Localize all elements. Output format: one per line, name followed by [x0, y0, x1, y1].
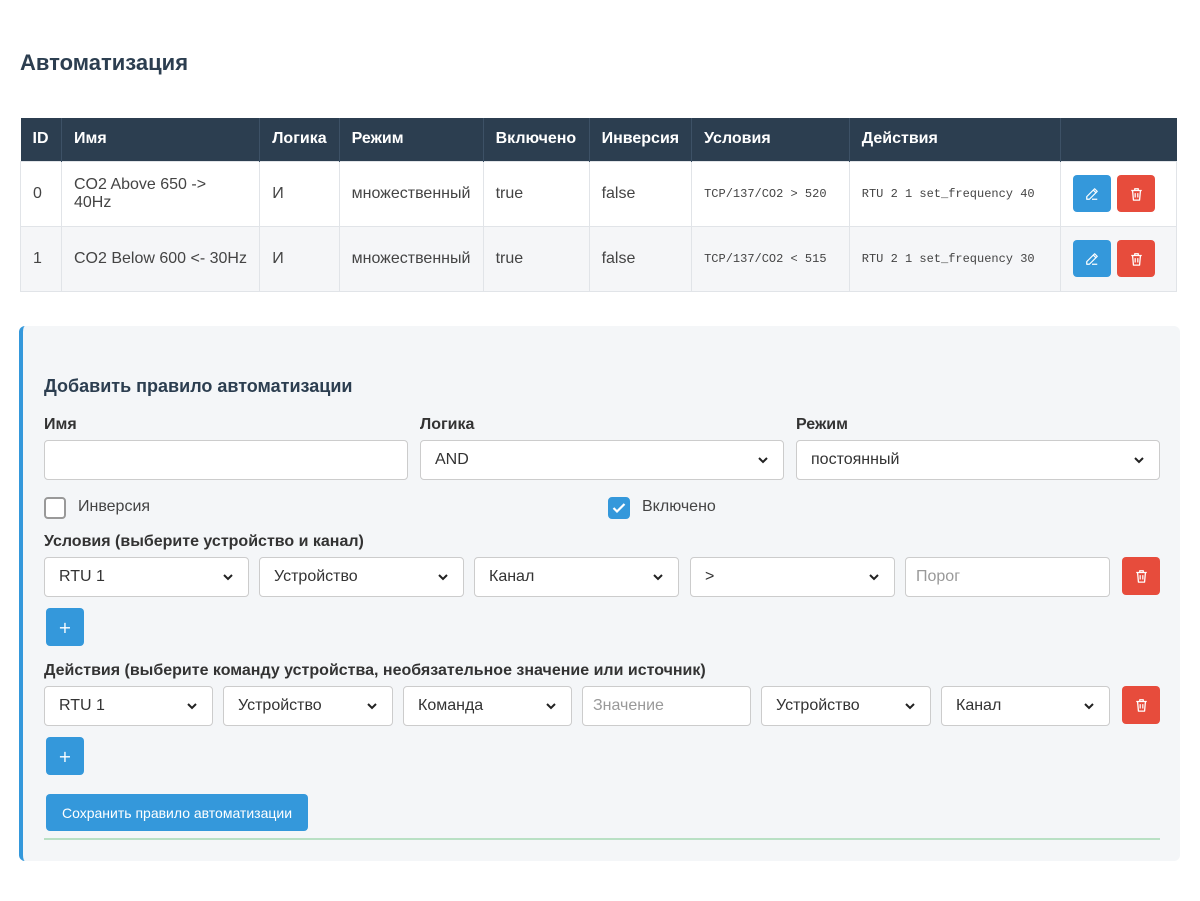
cell-controls	[1060, 160, 1177, 227]
chevron-down-icon	[187, 703, 197, 710]
cell-mode: множественный	[338, 225, 484, 292]
page-title: Автоматизация	[20, 50, 189, 75]
chevron-down-icon	[223, 574, 233, 581]
chevron-down-icon	[758, 457, 768, 464]
chevron-down-icon	[438, 574, 448, 581]
chevron-down-icon	[869, 574, 879, 581]
action-command-select[interactable]: Команда	[403, 686, 572, 726]
add-condition-button[interactable]: +	[46, 608, 84, 646]
form-title: Добавить правило автоматизации	[44, 376, 353, 396]
cell-id: 0	[20, 160, 62, 227]
column-header-enabled: Включено	[483, 118, 590, 161]
automation-table: ID Имя Логика Режим Включено Инверсия Ус…	[20, 118, 1177, 292]
chevron-down-icon	[1134, 457, 1144, 464]
remove-condition-button[interactable]	[1122, 557, 1160, 595]
chevron-down-icon	[653, 574, 663, 581]
condition-device-select[interactable]: Устройство	[259, 557, 464, 597]
table-row: 1 CO2 Below 600 <- 30Hz И множественный …	[20, 225, 1177, 292]
cell-actions: RTU 2 1 set_frequency 30	[848, 225, 1062, 292]
action-source-value: RTU 1	[59, 697, 105, 714]
column-header-actions: Действия	[849, 118, 1062, 161]
mode-select[interactable]: постоянный	[796, 440, 1160, 480]
column-header-id: ID	[20, 118, 62, 161]
cell-name: CO2 Above 650 -> 40Hz	[60, 160, 261, 227]
column-header-controls	[1060, 118, 1177, 161]
cell-actions: RTU 2 1 set_frequency 40	[848, 160, 1062, 227]
actions-label: Действия (выберите команду устройства, н…	[44, 662, 706, 679]
table-row: 0 CO2 Above 650 -> 40Hz И множественный …	[20, 160, 1177, 227]
chevron-down-icon	[1084, 703, 1094, 710]
threshold-input[interactable]: Порог	[905, 557, 1110, 597]
trash-icon	[1130, 252, 1142, 266]
pencil-icon	[1086, 252, 1099, 265]
chevron-down-icon	[546, 703, 556, 710]
cell-enabled: true	[482, 160, 590, 227]
cell-mode: множественный	[338, 160, 484, 227]
column-header-inverse: Инверсия	[589, 118, 693, 161]
cell-name: CO2 Below 600 <- 30Hz	[60, 225, 261, 292]
logic-label: Логика	[420, 416, 475, 433]
threshold-placeholder: Порог	[916, 568, 961, 585]
mode-label: Режим	[796, 416, 848, 433]
name-input[interactable]	[44, 440, 408, 480]
condition-device-value: Устройство	[274, 568, 358, 585]
action-device-select[interactable]: Устройство	[223, 686, 393, 726]
condition-source-value: RTU 1	[59, 568, 105, 585]
edit-rule-button[interactable]	[1073, 175, 1112, 212]
add-action-button[interactable]: +	[46, 737, 84, 775]
inverse-label: Инверсия	[78, 498, 151, 515]
action-source-select[interactable]: RTU 1	[44, 686, 213, 726]
conditions-label: Условия (выберите устройство и канал)	[44, 533, 364, 550]
condition-source-select[interactable]: RTU 1	[44, 557, 249, 597]
enabled-label: Включено	[642, 498, 716, 515]
cell-enabled: true	[482, 225, 590, 292]
cell-id: 1	[20, 225, 62, 292]
logic-select[interactable]: AND	[420, 440, 784, 480]
name-label: Имя	[44, 416, 77, 433]
action-value-placeholder: Значение	[593, 697, 664, 714]
condition-channel-select[interactable]: Канал	[474, 557, 679, 597]
inverse-checkbox[interactable]	[44, 497, 66, 519]
action-value-input[interactable]: Значение	[582, 686, 751, 726]
delete-rule-button[interactable]	[1117, 175, 1156, 212]
mode-select-value: постоянный	[811, 451, 900, 468]
cell-logic: И	[259, 160, 340, 227]
action-src-channel-value: Канал	[956, 697, 1002, 714]
trash-icon	[1130, 187, 1142, 201]
cell-inverse: false	[588, 225, 693, 292]
cell-conditions: TCP/137/CO2 > 520	[691, 160, 850, 227]
cell-controls	[1060, 225, 1177, 292]
chevron-down-icon	[367, 703, 377, 710]
chevron-down-icon	[905, 703, 915, 710]
cell-logic: И	[259, 225, 340, 292]
trash-icon	[1135, 570, 1147, 583]
cell-inverse: false	[588, 160, 693, 227]
action-device-value: Устройство	[238, 697, 322, 714]
action-src-device-value: Устройство	[776, 697, 860, 714]
column-header-logic: Логика	[259, 118, 340, 161]
condition-operator-value: >	[705, 568, 715, 585]
column-header-mode: Режим	[339, 118, 484, 161]
column-header-conditions: Условия	[691, 118, 850, 161]
add-rule-panel: Добавить правило автоматизации Имя Логик…	[19, 326, 1180, 861]
action-src-channel-select[interactable]: Канал	[941, 686, 1110, 726]
action-src-device-select[interactable]: Устройство	[761, 686, 931, 726]
condition-operator-select[interactable]: >	[690, 557, 895, 597]
delete-rule-button[interactable]	[1117, 240, 1156, 277]
checkmark-icon	[612, 503, 626, 514]
action-command-value: Команда	[418, 697, 484, 714]
edit-rule-button[interactable]	[1073, 240, 1112, 277]
table-header-row: ID Имя Логика Режим Включено Инверсия Ус…	[20, 118, 1177, 161]
enabled-checkbox[interactable]	[608, 497, 630, 519]
trash-icon	[1135, 699, 1147, 712]
pencil-icon	[1086, 187, 1099, 200]
column-header-name: Имя	[61, 118, 261, 161]
form-divider	[44, 838, 1160, 840]
condition-channel-value: Канал	[489, 568, 535, 585]
logic-select-value: AND	[435, 451, 469, 468]
cell-conditions: TCP/137/CO2 < 515	[691, 225, 850, 292]
remove-action-button[interactable]	[1122, 686, 1160, 724]
save-rule-button[interactable]: Сохранить правило автоматизации	[46, 794, 309, 831]
